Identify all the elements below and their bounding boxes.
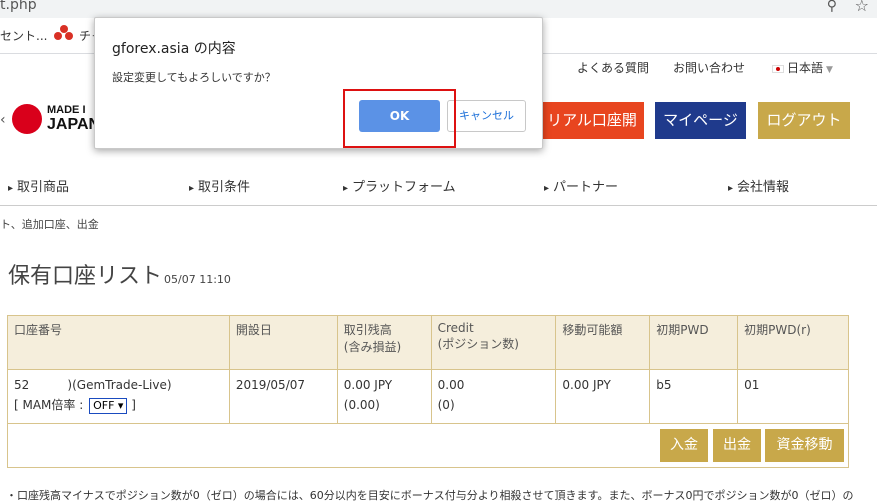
confirm-dialog: gforex.asia の内容 設定変更してもよろしいですか？ OK キャンセル [94,17,543,149]
bookmark-favicon-icon [54,25,74,45]
transfer-button[interactable]: 資金移動 [765,429,844,462]
cell-movable: 0.00 JPY [555,369,651,424]
chevron-down-icon: ▼ [826,65,833,75]
faq-link[interactable]: よくある質問 [577,59,649,76]
withdraw-button[interactable]: 出金 [713,429,761,462]
cell-init-pwd: b5 [649,369,739,424]
header-balance: 取引残高 (含み損益) [336,315,432,370]
account-table: 口座番号 開設日 取引残高 (含み損益) Credit (ポジション数) 移動可能額… [7,315,849,468]
table-header-row: 口座番号 開設日 取引残高 (含み損益) Credit (ポジション数) 移動可能額… [7,315,849,370]
contact-link[interactable]: お問い合わせ [673,59,745,76]
nav-item-platform[interactable]: プラットフォーム [343,176,456,195]
open-real-account-button[interactable]: リアル口座開設 [540,102,644,166]
cell-account: 52 )(GemTrade-Live) [ MAM倍率 : OFF ▾ ] [7,369,230,424]
mam-label: [ MAM倍率 : [14,398,84,412]
highlight-box [343,89,456,148]
cell-init-pwd-r: 01 [737,369,849,424]
deposit-button[interactable]: 入金 [660,429,708,462]
dialog-title: gforex.asia の内容 [112,41,236,57]
mam-bracket: ] [131,398,136,412]
header-open-date: 開設日 [228,315,338,370]
account-number: 52 )(GemTrade-Live) [14,378,172,392]
cell-balance: 0.00 JPY (0.00) [336,369,432,424]
logo-text: JAPAN [47,116,101,133]
bookmark-star-icon[interactable]: ☆ [855,0,869,15]
page-title-text: 保有口座リスト [8,264,163,289]
cancel-button[interactable]: キャンセル [447,100,526,132]
bookmark-item[interactable]: セント... [0,27,47,44]
dialog-message: 設定変更してもよろしいですか？ [112,71,276,84]
language-selector[interactable]: 日本語 ▼ [772,59,833,76]
address-bar[interactable]: t.php ⚲ ☆ [0,0,877,18]
timestamp: 05/07 11:10 [164,273,231,286]
cell-credit: 0.00 (0) [430,369,557,424]
footer-note: ・口座残高マイナスでポジション数が0（ゼロ）の場合には、60分以内を目安にボーナ… [6,489,854,501]
cell-open-date: 2019/05/07 [228,369,338,424]
main-nav: 取引商品 取引条件 プラットフォーム パートナー 会社情報 [0,166,877,206]
nav-item-conditions[interactable]: 取引条件 [189,176,250,195]
nav-item-products[interactable]: 取引商品 [8,176,69,195]
page-title: 保有口座リスト 05/07 11:10 [8,258,231,290]
url-text: t.php [0,0,37,13]
mam-ratio-select[interactable]: OFF ▾ [89,398,128,414]
chevron-left-icon[interactable]: ‹ [0,112,6,128]
nav-item-partner[interactable]: パートナー [544,176,618,195]
header-init-pwd: 初期PWD [649,315,739,370]
header-movable: 移動可能額 [555,315,651,370]
table-row: 52 )(GemTrade-Live) [ MAM倍率 : OFF ▾ ] 20… [7,369,849,424]
header-credit: Credit (ポジション数) [430,315,557,370]
language-label: 日本語 [787,61,824,75]
mypage-button[interactable]: マイページ [655,102,746,139]
header-account-number: 口座番号 [7,315,230,370]
japan-flag-icon [772,64,784,73]
nav-item-company[interactable]: 会社情報 [728,176,789,195]
zoom-icon[interactable]: ⚲ [827,0,837,14]
logout-button[interactable]: ログアウト [758,102,850,139]
logo-circle-icon [12,104,42,134]
actions-row: 入金 出金 資金移動 [7,423,849,468]
header-init-pwd-r: 初期PWD(r) [737,315,849,370]
breadcrumb: ト、追加口座、出金 [0,218,99,231]
logo-text: MADE I [47,104,86,116]
